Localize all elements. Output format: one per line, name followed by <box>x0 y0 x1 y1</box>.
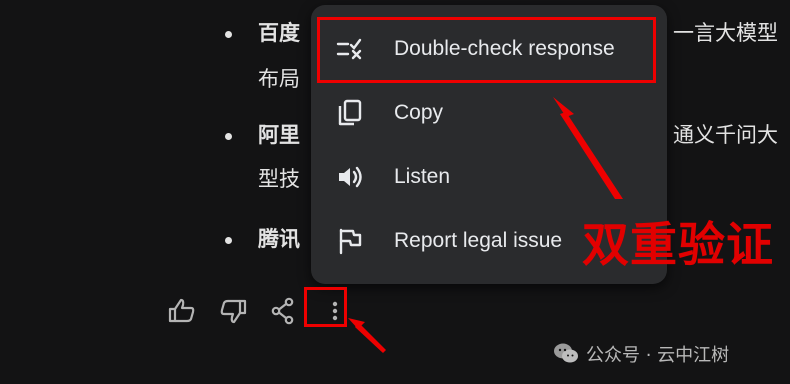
annotation-label: 双重验证 <box>582 218 774 273</box>
annotation-arrow-upper <box>553 97 623 199</box>
annotation-arrows <box>348 97 623 353</box>
annotation-arrow-lower <box>348 318 386 353</box>
watermark-text: 公众号 · 云中江树 <box>586 345 730 366</box>
wechat-logo-icon <box>554 343 578 363</box>
